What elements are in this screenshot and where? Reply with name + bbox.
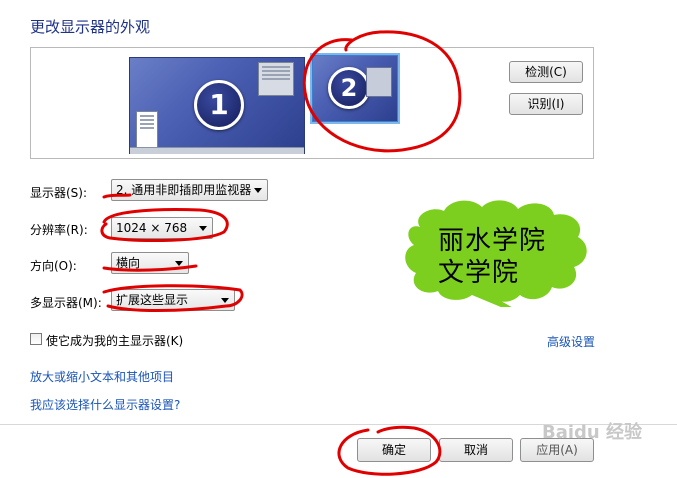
bubble-line-2: 文学院 [438,258,520,288]
display-label: 显示器(S): [30,186,88,200]
display-select-value: 2. 通用非即插即用监视器 [116,183,252,197]
orientation-select-value: 横向 [116,256,141,270]
which-settings-link[interactable]: 我应该选择什么显示器设置? [30,396,180,413]
chevron-down-icon [221,298,229,303]
orientation-select[interactable]: 横向 [111,252,189,274]
taskbar-strip [130,147,304,154]
grid-icon [366,67,392,97]
advanced-settings-link[interactable]: 高级设置 [547,333,595,350]
resolution-select[interactable]: 1024 × 768 [111,217,213,239]
orientation-label: 方向(O): [30,259,77,273]
text-size-link[interactable]: 放大或缩小文本和其他项目 [30,368,174,385]
detect-button[interactable]: 检测(C) [509,61,583,83]
window-icon [258,62,294,96]
primary-display-checkbox[interactable] [30,333,42,345]
multi-display-label: 多显示器(M): [30,296,102,310]
monitor-2-thumbnail[interactable]: 2 [310,53,400,124]
monitor-2-number: 2 [328,67,370,109]
cancel-button[interactable]: 取消 [439,438,513,462]
chevron-down-icon [199,226,207,231]
identify-button[interactable]: 识别(I) [509,93,583,115]
resolution-label: 分辨率(R): [30,223,88,237]
chevron-down-icon [175,261,183,266]
bubble-line-1: 丽水学院 [438,226,547,256]
document-icon [136,111,158,148]
monitor-1-number: 1 [194,80,244,130]
monitor-1-thumbnail[interactable]: 1 [129,57,305,154]
primary-display-label: 使它成为我的主显示器(K) [46,334,184,348]
chevron-down-icon [254,188,262,193]
bubble-text: 丽水学院 文学院 [438,225,546,289]
display-select[interactable]: 2. 通用非即插即用监视器 [111,179,268,201]
baidu-watermark: Baidu 经验 [542,422,643,443]
monitor-preview-area[interactable]: 1 2 检测(C) 识别(I) [30,47,594,159]
ok-button[interactable]: 确定 [357,438,431,462]
page-title: 更改显示器的外观 [30,18,151,36]
multi-display-select[interactable]: 扩展这些显示 [111,289,235,311]
resolution-select-value: 1024 × 768 [116,221,188,235]
multi-display-select-value: 扩展这些显示 [116,293,189,307]
